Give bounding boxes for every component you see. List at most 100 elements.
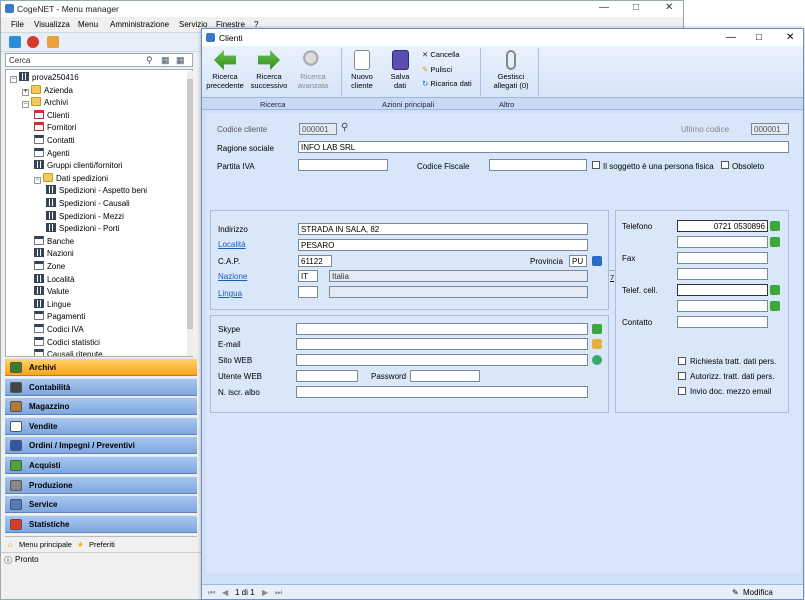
richiesta-checkbox[interactable]	[678, 357, 686, 365]
menu-menu[interactable]: Menu	[78, 20, 98, 29]
tree-item[interactable]: Zone	[34, 261, 65, 273]
telefono-2-field[interactable]	[677, 236, 768, 248]
autorizz-checkbox[interactable]	[678, 372, 686, 380]
call-icon[interactable]	[770, 301, 780, 311]
tree-item[interactable]: Agenti	[34, 147, 70, 160]
fax-field[interactable]	[677, 252, 768, 264]
codice-fiscale-field[interactable]	[489, 159, 587, 171]
provincia-field[interactable]: PU	[569, 255, 587, 267]
ricarica-dati-button[interactable]: ↻ Ricarica dati	[422, 79, 472, 88]
nazione-link[interactable]: Nazione	[218, 272, 247, 281]
module-vendite[interactable]: Vendite	[5, 416, 197, 435]
scroll-thumb[interactable]	[187, 79, 193, 329]
telefono-field[interactable]: 0721 0530896	[677, 220, 768, 232]
maximize-icon[interactable]: □	[633, 2, 639, 13]
skype-field[interactable]	[296, 323, 588, 335]
ricerca-avanzata-button[interactable]: Ricerca avanzata	[294, 50, 332, 90]
tree-item[interactable]: − prova250416	[10, 72, 79, 84]
tree-item[interactable]: Pagamenti	[34, 311, 85, 323]
cap-field[interactable]: 61122	[298, 255, 332, 267]
tree-item[interactable]: Lingue	[34, 298, 71, 311]
contatto-field[interactable]	[677, 316, 768, 328]
tree-item[interactable]: Contatti	[34, 135, 75, 147]
tree-item[interactable]: Banche	[34, 235, 74, 248]
tree-item[interactable]: Causali ritenute	[34, 349, 103, 356]
nazione-code-field[interactable]: IT	[298, 270, 318, 282]
lingua-code-field[interactable]	[298, 286, 318, 298]
nuovo-cliente-button[interactable]: Nuovo cliente	[344, 50, 380, 90]
search-box[interactable]: Cerca ⚲ ▦ ▦	[5, 53, 193, 67]
tree-item[interactable]: Spedizioni - Causali	[46, 198, 130, 210]
utente-web-field[interactable]	[296, 370, 358, 382]
module-statistiche[interactable]: Statistiche	[5, 514, 197, 533]
persona-fisica-checkbox[interactable]	[592, 161, 600, 169]
module-magazzino[interactable]: Magazzino	[5, 397, 197, 416]
gestisci-allegati-button[interactable]: Gestisci allegati (0)	[486, 50, 536, 90]
menu-visualizza[interactable]: Visualizza	[34, 20, 70, 29]
module-acquisti[interactable]: Acquisti	[5, 456, 197, 474]
email-field[interactable]	[296, 338, 588, 350]
localita-link[interactable]: Località	[218, 240, 246, 249]
tree-item[interactable]: Spedizioni - Porti	[46, 223, 119, 235]
globe-icon[interactable]	[592, 355, 602, 365]
map-icon[interactable]	[592, 256, 602, 266]
tree-item[interactable]: − Archivi	[22, 97, 68, 109]
options-icon[interactable]: ▦	[176, 55, 185, 66]
obsoleto-checkbox[interactable]	[721, 161, 729, 169]
tree-item[interactable]: Località	[34, 273, 75, 286]
stop-icon[interactable]	[27, 36, 39, 48]
expand-toggle-icon[interactable]: −	[10, 76, 17, 83]
partita-iva-field[interactable]	[298, 159, 388, 171]
indirizzo-field[interactable]: STRADA IN SALA, 82	[298, 223, 588, 235]
first-record-icon[interactable]: ⏮	[208, 588, 215, 598]
tree-item[interactable]: Nazioni	[34, 248, 74, 260]
cancella-button[interactable]: ✕ Cancella	[422, 50, 460, 59]
call-icon[interactable]	[770, 221, 780, 231]
lingua-link[interactable]: Lingua	[218, 289, 242, 298]
tree-item[interactable]: Gruppi clienti/fornitori	[34, 160, 123, 172]
filter-icon[interactable]: ▦	[161, 55, 170, 66]
tree-item[interactable]: Fornitori	[34, 122, 76, 134]
module-produzione[interactable]: Produzione	[5, 475, 197, 494]
call-icon[interactable]	[592, 324, 602, 334]
ricerca-successivo-button[interactable]: Ricerca successivo	[250, 50, 288, 90]
tools-icon[interactable]	[47, 36, 59, 48]
pulisci-button[interactable]: ✎ Pulisci	[422, 65, 452, 74]
albo-field[interactable]	[296, 386, 588, 398]
maximize-icon[interactable]: □	[756, 32, 762, 43]
ricerca-precedente-button[interactable]: Ricerca precedente	[206, 50, 244, 90]
lookup-icon[interactable]: ⚲	[341, 122, 348, 133]
minimize-icon[interactable]: —	[599, 2, 609, 13]
expand-toggle-icon[interactable]: +	[22, 88, 29, 96]
module-service[interactable]: Service	[5, 495, 197, 514]
prev-record-icon[interactable]: ◀	[222, 588, 228, 597]
tree-item[interactable]: + Azienda	[22, 84, 73, 97]
run-icon[interactable]	[9, 36, 21, 48]
cellulare-2-field[interactable]	[677, 300, 768, 312]
password-field[interactable]	[410, 370, 480, 382]
module-archivi[interactable]: Archivi	[5, 358, 197, 376]
mail-icon[interactable]	[592, 339, 602, 349]
codice-field[interactable]: 000001	[299, 123, 337, 135]
last-record-icon[interactable]: ⏭	[275, 588, 282, 598]
ragione-sociale-field[interactable]: INFO LAB SRL	[298, 141, 789, 153]
fax-2-field[interactable]	[677, 268, 768, 280]
menu-file[interactable]: File	[11, 20, 24, 29]
search-icon[interactable]: ⚲	[146, 55, 153, 66]
sito-web-field[interactable]	[296, 354, 588, 366]
expand-toggle-icon[interactable]: −	[22, 101, 29, 109]
cellulare-field[interactable]	[677, 284, 768, 296]
expand-toggle-icon[interactable]: −	[34, 176, 41, 184]
tree-scrollbar[interactable]	[187, 71, 193, 356]
salva-dati-button[interactable]: Salva dati	[386, 50, 414, 90]
tree-item[interactable]: Spedizioni - Mezzi	[46, 210, 124, 223]
module-ordini[interactable]: Ordini / Impegni / Preventivi	[5, 436, 197, 455]
tree-item[interactable]: Valute	[34, 286, 69, 298]
tree-item[interactable]: Codici statistici	[34, 336, 100, 349]
tree-item[interactable]: − Dati spedizioni	[34, 172, 108, 185]
localita-field[interactable]: PESARO	[298, 239, 588, 251]
next-record-icon[interactable]: ▶	[262, 588, 268, 597]
invio-email-checkbox[interactable]	[678, 387, 686, 395]
close-icon[interactable]: ✕	[786, 32, 794, 43]
call-icon[interactable]	[770, 237, 780, 247]
